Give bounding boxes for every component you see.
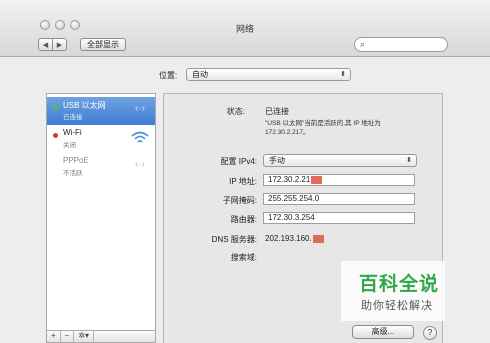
chevron-right-icon: ▶: [56, 41, 63, 49]
configure-ipv4-select[interactable]: 手动 ⬍: [263, 154, 417, 167]
stepper-arrows-icon: ⬍: [406, 157, 412, 164]
show-all-button[interactable]: 全部显示: [80, 38, 126, 51]
add-service-button[interactable]: +: [47, 331, 61, 342]
dns-server-text: 202.193.160.: [265, 234, 312, 243]
help-button[interactable]: ?: [423, 326, 437, 340]
stepper-arrows-icon: ⬍: [340, 71, 346, 78]
subnet-mask-value: 255.255.254.0: [268, 194, 320, 203]
router-value: 172.30.3.254: [268, 213, 315, 222]
subnet-mask-label: 子网掩码:: [222, 196, 257, 205]
ip-address-value: 172.30.2.21: [268, 175, 311, 184]
location-value: 自动: [192, 70, 208, 79]
magnifier-icon: ⌕: [360, 39, 366, 49]
subnet-mask-field[interactable]: 255.255.254.0: [263, 193, 415, 205]
watermark-subtitle: 助你轻松解决: [361, 300, 433, 312]
service-name: USB 以太网: [63, 101, 106, 110]
service-list-toolbar: + − ✲▾: [46, 331, 156, 343]
ip-address-field[interactable]: 172.30.2.21: [263, 174, 415, 186]
service-item-wifi[interactable]: Wi-Fi 关闭: [47, 125, 155, 153]
gear-icon[interactable]: ✲▾: [74, 331, 95, 342]
router-field[interactable]: 172.30.3.254: [263, 212, 415, 224]
dns-server-label: DNS 服务器:: [211, 235, 257, 244]
router-label: 路由器:: [230, 215, 257, 224]
service-list: USB 以太网 已连接 ‹·› Wi-Fi 关闭 PPPoE 不活跃 ‹·›: [46, 93, 156, 331]
redaction-mark: [312, 234, 324, 243]
service-status: 不活跃: [63, 170, 83, 177]
location-label: 位置:: [159, 71, 178, 80]
dns-server-value[interactable]: 202.193.160.: [265, 234, 324, 243]
chevron-left-icon: ◀: [42, 41, 49, 49]
search-domain-label: 搜索域:: [230, 253, 257, 262]
nav-buttons: ◀ ▶: [38, 38, 67, 51]
watermark-title: 百科全说: [359, 274, 440, 295]
configure-ipv4-label: 配置 IPv4:: [220, 157, 257, 166]
back-button[interactable]: ◀: [39, 39, 52, 50]
status-label: 状态:: [226, 107, 245, 116]
search-input[interactable]: ⌕: [354, 37, 448, 52]
wifi-icon: [131, 131, 149, 147]
status-value: 已连接: [265, 107, 289, 116]
service-name: PPPoE: [63, 156, 89, 165]
window-title: 网络: [235, 24, 254, 34]
watermark: 百科全说 助你轻松解决: [341, 261, 445, 321]
advanced-button[interactable]: 高级...: [352, 325, 414, 339]
network-preferences-window: 网络 ◀ ▶ 全部显示 ⌕ 位置: 自动 ⬍ USB 以太网 已连接 ‹·› W…: [0, 0, 490, 343]
service-status: 关闭: [63, 142, 76, 149]
forward-button[interactable]: ▶: [52, 39, 66, 50]
redaction-mark: [311, 175, 323, 184]
service-status: 已连接: [63, 114, 83, 121]
title-bar: 网络 ◀ ▶ 全部显示 ⌕: [0, 0, 490, 57]
status-dot-icon: [53, 133, 58, 138]
location-select[interactable]: 自动 ⬍: [186, 68, 351, 81]
status-description: "USB 以太网"当前是活跃的,其 IP 地址为 172.30.2.217。: [265, 120, 381, 136]
ip-address-label: IP 地址:: [229, 177, 257, 186]
remove-service-button[interactable]: −: [61, 331, 75, 342]
configure-ipv4-value: 手动: [269, 156, 285, 165]
status-dot-icon: [53, 105, 58, 110]
service-name: Wi-Fi: [63, 128, 82, 137]
